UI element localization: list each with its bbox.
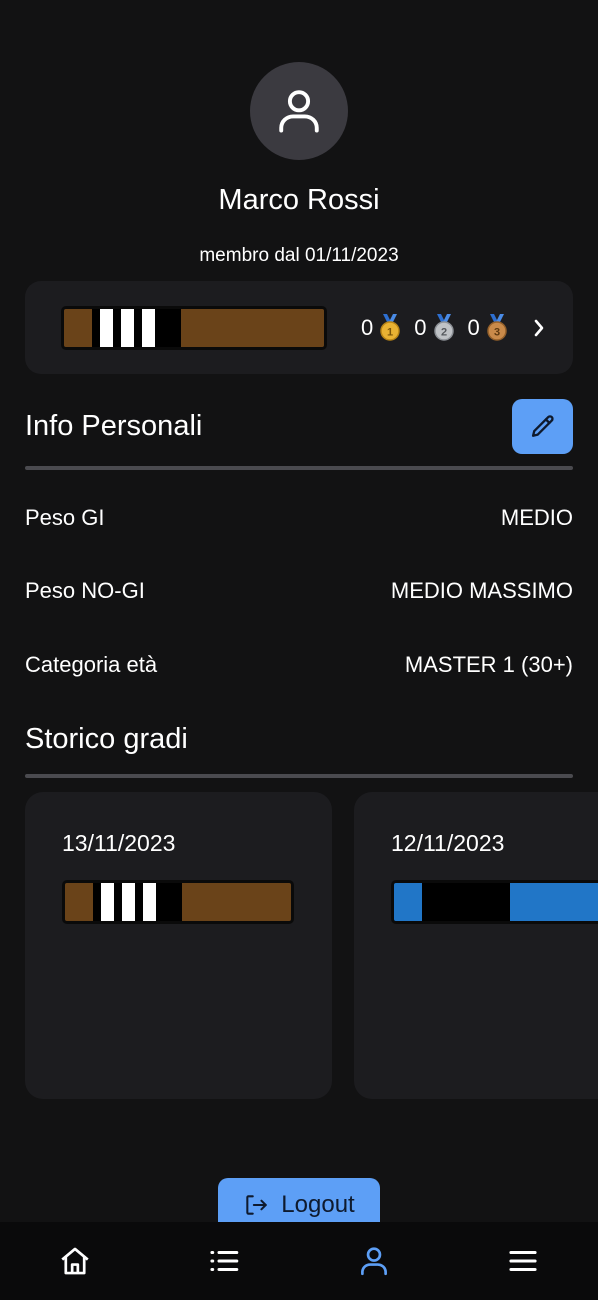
logout-label: Logout [281,1191,355,1218]
belt-stripe [142,308,155,347]
history-belt [391,880,598,924]
belt-history-divider [25,774,573,778]
home-icon [61,1247,89,1275]
belt-bar [135,883,143,921]
history-belt [62,880,294,924]
belt-base-right [181,308,324,347]
gold-medal: 0 1 [361,313,402,342]
medals-row: 0 1 0 2 0 3 [361,313,547,342]
belt-bar [92,308,100,347]
info-value: MASTER 1 (30+) [404,652,573,677]
belt-stripe [100,308,113,347]
history-card[interactable]: 12/11/2023 [354,792,598,1099]
list-icon [210,1250,239,1272]
info-value: MEDIO [500,505,573,530]
info-row-peso-nogi: Peso NO-GI MEDIO MASSIMO [25,578,573,604]
info-row-categoria-eta: Categoria età MASTER 1 (30+) [25,652,573,678]
user-icon [279,90,319,133]
bronze-medal-count: 0 [467,314,480,340]
bronze-medal-icon: 3 [487,313,507,341]
info-value: MEDIO MASSIMO [390,578,573,603]
belt-base-left [65,883,93,921]
menu-icon [509,1250,537,1272]
belt-stripe [121,308,134,347]
profile-name: Marco Rossi [218,184,380,216]
history-card[interactable]: 13/11/2023 [25,792,332,1099]
belt-base-left [394,883,422,921]
belt-bar [114,883,122,921]
info-label: Peso GI [25,505,105,530]
edit-profile-button[interactable] [512,399,573,454]
belt-base-right [182,883,291,921]
user-icon [360,1247,387,1276]
logout-icon [246,1195,268,1215]
silver-medal: 0 2 [414,313,455,342]
belt-summary-card[interactable]: 0 1 0 2 0 3 [25,281,573,374]
bottom-navbar [0,1222,598,1300]
belt-bar [113,308,121,347]
history-date: 12/11/2023 [391,830,505,856]
info-row-peso-gi: Peso GI MEDIO [25,505,573,531]
profile-screen: Marco Rossi membro dal 01/11/2023 0 1 0 [0,0,598,1300]
history-date: 13/11/2023 [62,830,176,856]
bronze-medal: 0 3 [467,313,509,342]
pencil-icon [531,414,554,437]
personal-info-divider [25,466,573,470]
nav-menu[interactable] [449,1222,598,1300]
gold-medal-icon: 1 [380,313,400,341]
belt-bar [134,308,142,347]
gold-medal-count: 0 [361,314,374,340]
chevron-right-icon[interactable] [531,318,547,338]
silver-medal-count: 0 [414,314,427,340]
gold-medal-number: 1 [387,326,393,338]
current-belt [61,305,327,350]
belt-base-left [64,308,92,347]
belt-history-title: Storico gradi [25,723,188,755]
silver-medal-icon: 2 [433,313,454,341]
belt-bar [93,883,101,921]
belt-stripe [143,883,156,921]
bronze-medal-number: 3 [494,326,500,338]
personal-info-title: Info Personali [25,410,203,442]
belt-base-right [510,883,598,921]
avatar[interactable] [250,62,348,160]
belt-bar [156,883,182,921]
nav-home[interactable] [0,1222,150,1300]
nav-list[interactable] [150,1222,300,1300]
belt-stripe [101,883,114,921]
info-label: Peso NO-GI [25,578,145,603]
nav-profile[interactable] [299,1222,449,1300]
member-since: membro dal 01/11/2023 [199,245,399,266]
belt-bar [155,308,181,347]
info-label: Categoria età [25,652,158,677]
belt-bar [422,883,510,921]
silver-medal-number: 2 [440,326,446,338]
belt-stripe [122,883,135,921]
